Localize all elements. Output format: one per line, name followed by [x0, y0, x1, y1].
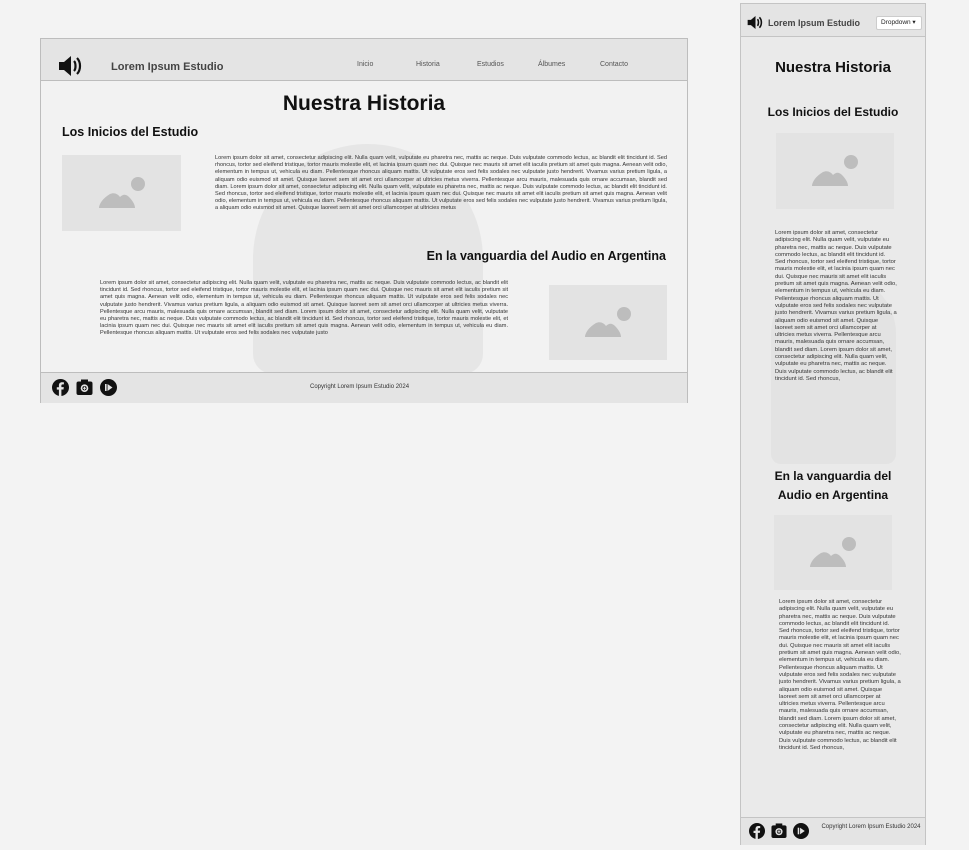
- nav-contacto[interactable]: Contacto: [600, 61, 628, 68]
- desktop-mockup: Lorem Ipsum Estudio Inicio Historia Estu…: [40, 38, 688, 403]
- section-text-inicios: Lorem ipsum dolor sit amet, consectetur …: [775, 230, 897, 382]
- image-placeholder: [776, 133, 894, 209]
- facebook-icon[interactable]: [52, 379, 69, 396]
- play-icon[interactable]: [793, 823, 809, 839]
- instagram-icon[interactable]: [76, 379, 93, 396]
- brand-name[interactable]: Lorem Ipsum Estudio: [111, 61, 223, 73]
- desktop-header: Lorem Ipsum Estudio Inicio Historia Estu…: [41, 39, 687, 81]
- copyright-text: Copyright Lorem Ipsum Estudio 2024: [821, 824, 921, 830]
- nav-historia[interactable]: Historia: [416, 61, 440, 68]
- nav-inicio[interactable]: Inicio: [357, 61, 373, 68]
- image-placeholder-icon: [810, 537, 856, 567]
- image-placeholder-icon: [812, 155, 858, 186]
- speaker-volume-icon[interactable]: [747, 15, 764, 30]
- image-placeholder-icon: [99, 177, 145, 208]
- mobile-header: Lorem Ipsum Estudio Dropdown ▾: [741, 4, 925, 37]
- mobile-mockup: Lorem Ipsum Estudio Dropdown ▾ Nuestra H…: [740, 3, 926, 845]
- section-heading-inicios: Los Inicios del Estudio: [767, 105, 899, 119]
- page-title: Nuestra Historia: [775, 59, 891, 76]
- section-text-inicios: Lorem ipsum dolor sit amet, consectetur …: [215, 155, 667, 212]
- section-heading-inicios: Los Inicios del Estudio: [62, 125, 199, 139]
- nav-estudios[interactable]: Estudios: [477, 61, 504, 68]
- section-text-vanguardia: Lorem ipsum dolor sit amet, consectetur …: [779, 599, 901, 751]
- brand-name[interactable]: Lorem Ipsum Estudio: [768, 18, 860, 28]
- image-placeholder-icon: [585, 307, 631, 337]
- copyright-text: Copyright Lorem Ipsum Estudio 2024: [310, 384, 410, 390]
- section-text-vanguardia: Lorem ipsum dolor sit amet, consectetur …: [100, 280, 508, 337]
- section-heading-vanguardia: En la vanguardia del Audio en Argentina: [774, 469, 892, 502]
- desktop-footer: Copyright Lorem Ipsum Estudio 2024: [41, 372, 687, 403]
- instagram-icon[interactable]: [771, 823, 787, 839]
- image-placeholder: [62, 155, 181, 231]
- speaker-volume-icon[interactable]: [58, 55, 84, 77]
- image-placeholder: [774, 515, 892, 590]
- play-icon[interactable]: [100, 379, 117, 396]
- nav-albumes[interactable]: Álbumes: [538, 61, 565, 68]
- section-heading-vanguardia: En la vanguardia del Audio en Argentina: [426, 249, 666, 263]
- nav-dropdown[interactable]: Dropdown ▾: [876, 16, 922, 30]
- mobile-footer: Copyright Lorem Ipsum Estudio 2024: [741, 817, 925, 845]
- page-title: Nuestra Historia: [282, 92, 446, 115]
- facebook-icon[interactable]: [749, 823, 765, 839]
- image-placeholder: [549, 285, 667, 360]
